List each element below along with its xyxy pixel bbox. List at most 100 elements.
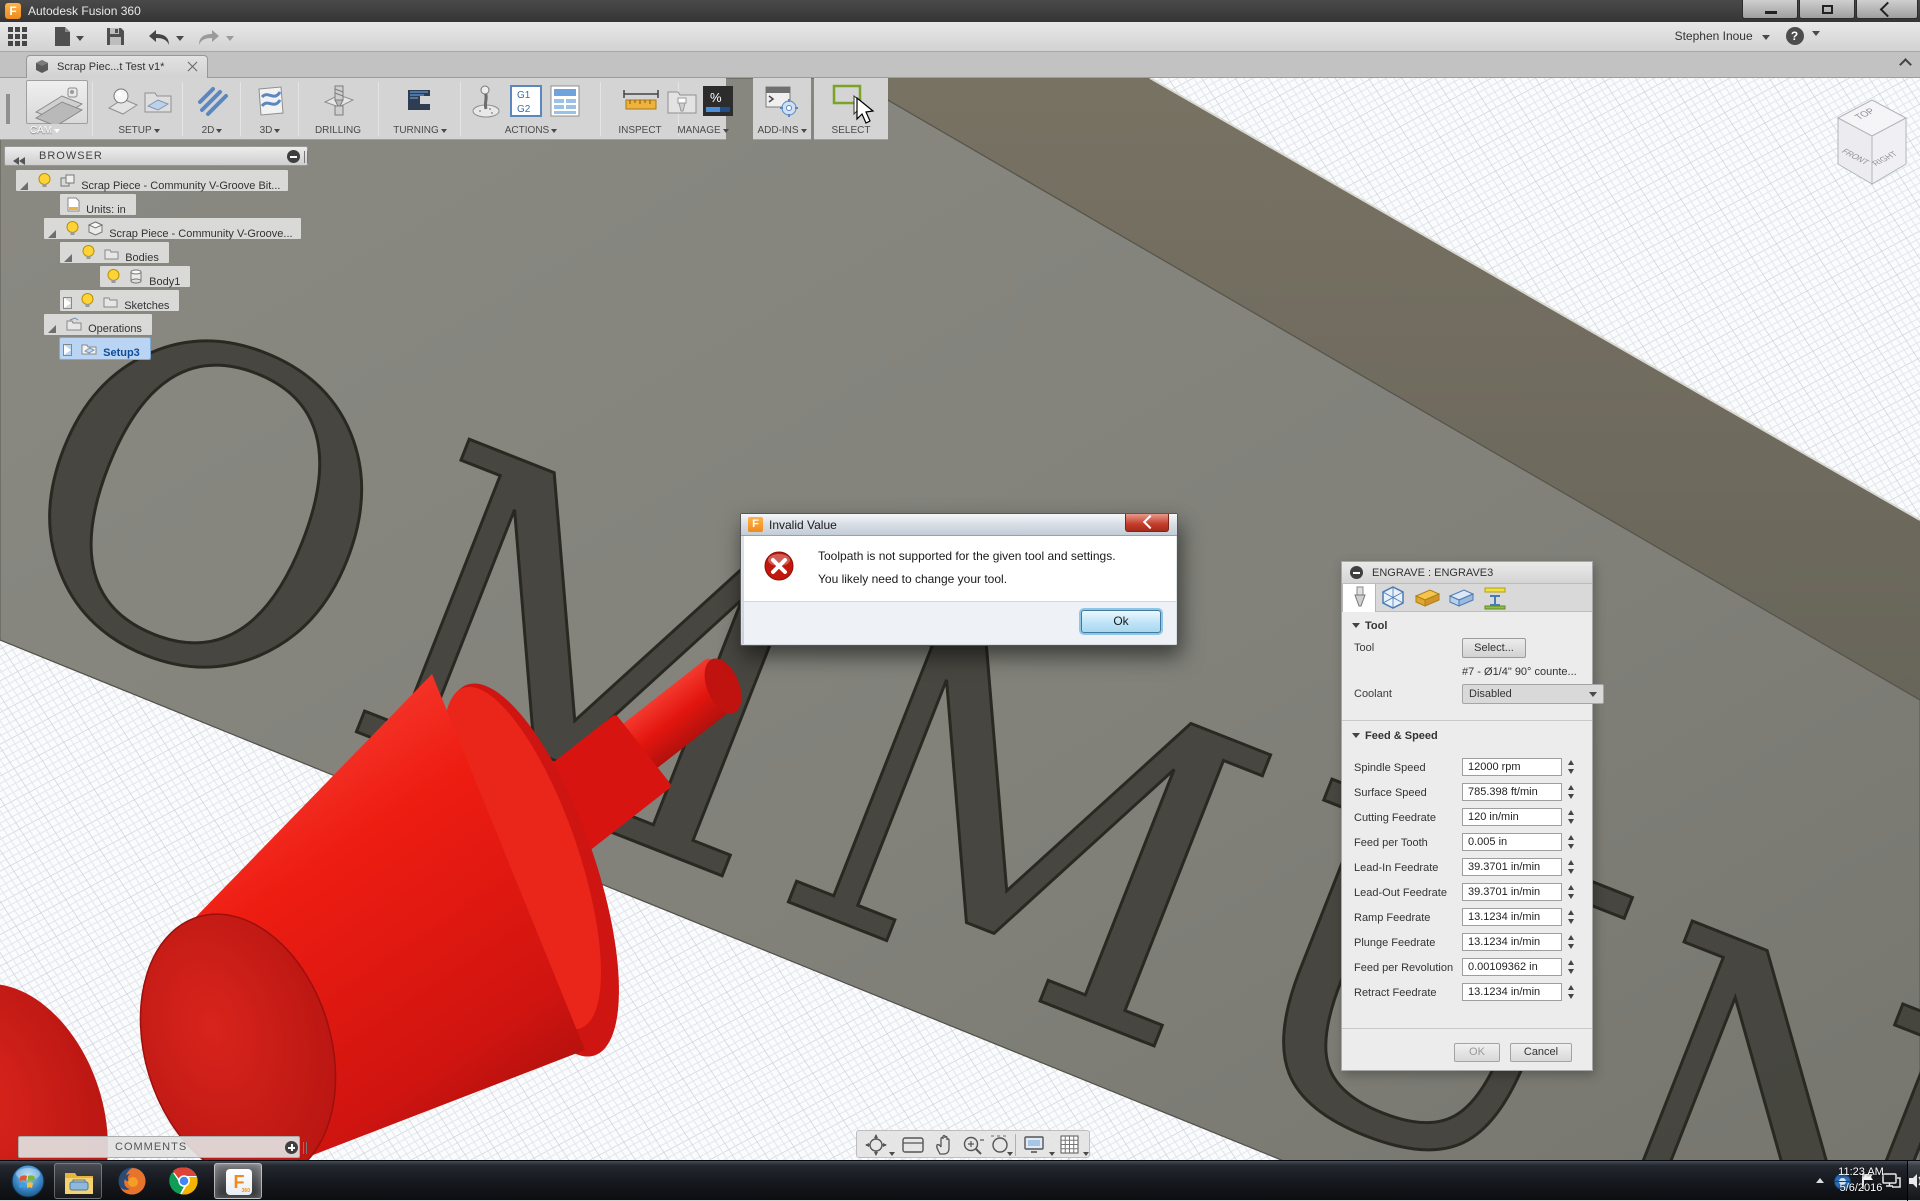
- spindle-speed-input[interactable]: 12000 rpm: [1462, 758, 1562, 776]
- expand-icon[interactable]: [64, 254, 72, 262]
- tool-select-button[interactable]: Select...: [1462, 638, 1526, 658]
- tab-geometry[interactable]: [1376, 584, 1410, 612]
- stepper[interactable]: [1566, 883, 1577, 901]
- expand-icon[interactable]: [48, 230, 56, 238]
- feed-per-tooth-input[interactable]: 0.005 in: [1462, 833, 1562, 851]
- help-icon[interactable]: ?: [1786, 27, 1804, 45]
- grid-menu-arrow[interactable]: [1083, 1143, 1089, 1161]
- close-button[interactable]: [1856, 0, 1918, 19]
- collapse-toolbar-chevron[interactable]: [1899, 58, 1912, 71]
- collapsed-icon[interactable]: [64, 298, 71, 308]
- stepper[interactable]: [1566, 833, 1577, 851]
- taskbar-chrome[interactable]: [160, 1163, 208, 1199]
- workspace-selector-cam[interactable]: CAM: [12, 78, 78, 140]
- dialog-ok-button[interactable]: Ok: [1081, 610, 1161, 633]
- comments-grip[interactable]: [303, 1142, 307, 1154]
- add-comment-icon[interactable]: [285, 1141, 298, 1154]
- tab-passes[interactable]: [1444, 584, 1478, 612]
- file-menu-arrow[interactable]: [76, 36, 84, 41]
- maximize-button[interactable]: [1799, 0, 1855, 19]
- collapse-browser-icon[interactable]: [13, 152, 25, 170]
- tab-close-icon[interactable]: [187, 60, 199, 72]
- orbit-icon[interactable]: [865, 1134, 887, 1161]
- file-menu-icon[interactable]: [54, 26, 71, 52]
- undo-icon[interactable]: [146, 28, 172, 54]
- browser-minimize-icon[interactable]: [287, 150, 300, 163]
- start-button[interactable]: [4, 1163, 52, 1199]
- ribbon-group-turning[interactable]: TURNING: [382, 78, 458, 140]
- addins-icon[interactable]: [765, 84, 799, 123]
- dialog-close-button[interactable]: [1125, 514, 1169, 532]
- ramp-feedrate-input[interactable]: 13.1234 in/min: [1462, 908, 1562, 926]
- setup-sheet-icon[interactable]: [550, 85, 580, 122]
- tree-item-root[interactable]: Scrap Piece - Community V-Groove Bit...: [16, 170, 288, 191]
- zoom-menu-arrow[interactable]: [1007, 1143, 1013, 1161]
- tree-item-sketches[interactable]: Sketches: [60, 290, 179, 311]
- stepper[interactable]: [1566, 958, 1577, 976]
- help-menu[interactable]: ?: [1786, 27, 1820, 45]
- comments-bar[interactable]: COMMENTS: [18, 1136, 300, 1158]
- stepper[interactable]: [1566, 933, 1577, 951]
- feed-per-revolution-input[interactable]: 0.00109362 in: [1462, 958, 1562, 976]
- engrave-header[interactable]: ENGRAVE : ENGRAVE3: [1342, 562, 1592, 584]
- panel-minimize-icon[interactable]: [1350, 566, 1363, 579]
- look-at-icon[interactable]: [901, 1134, 925, 1161]
- setup-folder-icon[interactable]: [142, 84, 176, 123]
- dialog-title-bar[interactable]: F Invalid Value: [741, 514, 1177, 536]
- zoom-icon[interactable]: [961, 1134, 985, 1163]
- taskbar-fusion360[interactable]: F 360: [214, 1163, 262, 1199]
- feed-section-header[interactable]: Feed & Speed: [1352, 730, 1438, 742]
- visibility-bulb-icon[interactable]: [38, 179, 51, 191]
- ribbon-group-actions[interactable]: G1G2 ACTIONS: [464, 78, 598, 140]
- user-menu[interactable]: Stephen Inoue: [1675, 29, 1770, 43]
- taskbar-firefox[interactable]: [108, 1163, 156, 1199]
- visibility-bulb-icon[interactable]: [82, 251, 95, 263]
- stepper[interactable]: [1566, 908, 1577, 926]
- surface-speed-input[interactable]: 785.398 ft/min: [1462, 783, 1562, 801]
- redo-icon[interactable]: [196, 28, 222, 54]
- minimize-button[interactable]: [1742, 0, 1798, 19]
- 3d-milling-icon[interactable]: [254, 84, 288, 123]
- ribbon-group-addins[interactable]: ADD-INS: [753, 78, 811, 140]
- cam-workspace-icon[interactable]: [26, 80, 88, 124]
- lead-in-feedrate-input[interactable]: 39.3701 in/min: [1462, 858, 1562, 876]
- browser-header[interactable]: BROWSER: [4, 146, 308, 166]
- taskbar-clock[interactable]: 11:23 AM 5/6/2016: [1818, 1164, 1904, 1196]
- tree-item-component[interactable]: Scrap Piece - Community V-Groove...: [44, 218, 301, 239]
- app-grid-icon[interactable]: [8, 27, 30, 53]
- turning-icon[interactable]: [404, 84, 438, 123]
- ribbon-group-setup[interactable]: SETUP: [98, 78, 180, 140]
- orbit-menu-arrow[interactable]: [889, 1143, 895, 1161]
- post-process-icon[interactable]: [468, 84, 504, 125]
- display-menu-arrow[interactable]: [1049, 1143, 1055, 1161]
- show-desktop-button[interactable]: [1907, 1161, 1920, 1201]
- g-code-icon[interactable]: G1G2: [510, 85, 542, 122]
- ribbon-group-drilling[interactable]: DRILLING: [302, 78, 374, 140]
- tree-item-setup3[interactable]: Setup3: [60, 338, 150, 359]
- tab-tool[interactable]: [1342, 584, 1376, 612]
- ribbon-grip[interactable]: [6, 94, 10, 124]
- plunge-feedrate-input[interactable]: 13.1234 in/min: [1462, 933, 1562, 951]
- redo-arrow[interactable]: [226, 36, 234, 41]
- tree-item-units[interactable]: Units: in: [60, 194, 136, 215]
- stepper[interactable]: [1566, 758, 1577, 776]
- tree-item-operations[interactable]: Operations: [44, 314, 152, 335]
- tab-linking[interactable]: [1478, 584, 1512, 612]
- feeds-library-icon[interactable]: %: [702, 85, 734, 122]
- 2d-milling-icon[interactable]: [196, 84, 230, 123]
- coolant-dropdown[interactable]: Disabled: [1462, 684, 1604, 704]
- tab-heights[interactable]: [1410, 584, 1444, 612]
- ribbon-group-3d[interactable]: 3D: [244, 78, 296, 140]
- browser-grip[interactable]: [304, 151, 308, 163]
- stepper[interactable]: [1566, 783, 1577, 801]
- new-setup-icon[interactable]: [106, 84, 140, 123]
- stepper[interactable]: [1566, 858, 1577, 876]
- grid-settings-icon[interactable]: [1059, 1134, 1081, 1161]
- document-tab[interactable]: Scrap Piec...t Test v1*: [26, 55, 208, 78]
- ribbon-group-manage[interactable]: % MANAGE: [682, 78, 726, 140]
- visibility-bulb-icon[interactable]: [66, 227, 79, 239]
- engrave-cancel-button[interactable]: Cancel: [1510, 1043, 1572, 1062]
- tool-library-icon[interactable]: [666, 84, 700, 123]
- engrave-ok-button[interactable]: OK: [1454, 1043, 1500, 1062]
- undo-arrow[interactable]: [176, 36, 184, 41]
